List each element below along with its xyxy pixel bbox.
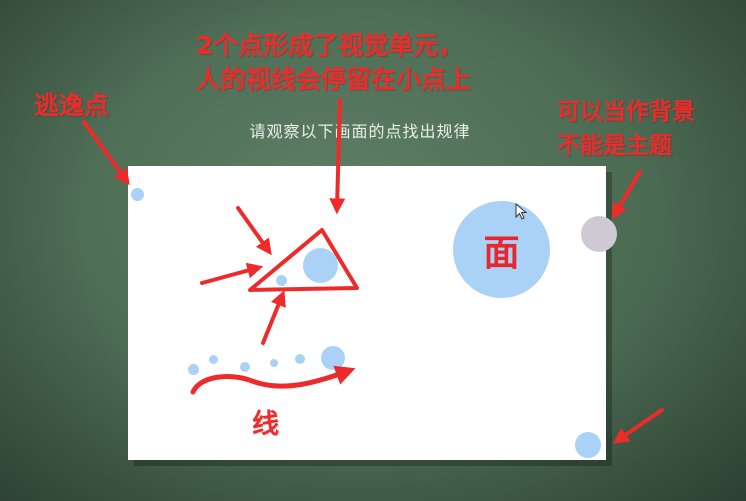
- triangle-outline: [248, 228, 359, 292]
- background-arrow: [611, 170, 642, 220]
- pointer-arrow-1: [236, 206, 272, 256]
- escape-arrow: [82, 120, 130, 186]
- background-note-line1: 可以当作背景: [557, 99, 695, 125]
- pointer-arrow-2: [200, 262, 264, 285]
- background-note-line2: 不能是主题: [557, 133, 672, 159]
- escape-point-label: 逃逸点: [34, 91, 110, 120]
- corner-arrow: [612, 408, 664, 444]
- visual-unit-note-line1: 2个点形成了视觉单元，: [196, 31, 464, 60]
- mouse-cursor-icon: [515, 203, 528, 220]
- line-label: 线: [252, 409, 279, 440]
- pointer-arrow-3: [261, 290, 286, 345]
- top-text-arrow: [329, 98, 346, 215]
- line-curve-arrow: [190, 365, 356, 395]
- visual-unit-note-line2: 人的视线会停留在小点上: [196, 65, 472, 94]
